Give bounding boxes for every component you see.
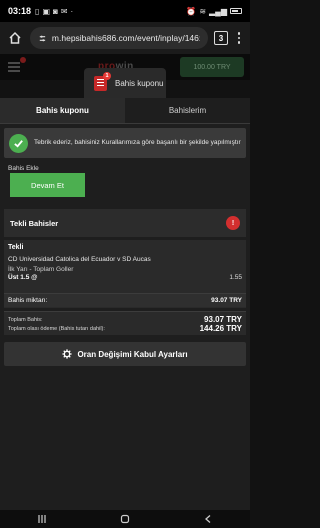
system-nav-bar bbox=[0, 510, 250, 528]
browser-toolbar: m.hepsibahis686.com/event/inplay/146: 3 bbox=[0, 22, 250, 54]
home-button[interactable] bbox=[6, 29, 24, 47]
odds-change-settings-label: Oran Değişimi Kabul Ayarları bbox=[77, 349, 188, 359]
potential-payout-value: 144.26 TRY bbox=[199, 324, 242, 333]
tab-switcher-button[interactable]: 3 bbox=[214, 31, 228, 45]
singles-header[interactable]: Tekli Bahisler ! bbox=[4, 209, 246, 237]
tab-bet-slip[interactable]: Bahis kuponu bbox=[0, 98, 125, 123]
stake-value: 93.07 TRY bbox=[211, 297, 242, 304]
bet-selection: Üst 1.5 @ bbox=[8, 274, 38, 281]
balance-button[interactable]: 100.00 TRY bbox=[180, 57, 244, 77]
bet-slip-count: 1 bbox=[103, 71, 111, 80]
totals-section: Toplam Bahis: 93.07 TRY Toplam olası öde… bbox=[4, 311, 246, 335]
back-icon bbox=[205, 515, 211, 523]
url-text: m.hepsibahis686.com/event/inplay/146: bbox=[51, 33, 200, 43]
success-message: Tebrik ederiz, bahisiniz Kurallarımıza g… bbox=[4, 128, 246, 158]
home-nav-icon bbox=[120, 514, 130, 524]
browser-menu-button[interactable] bbox=[234, 32, 244, 44]
alarm-icon: ⏰ bbox=[186, 6, 197, 16]
back-button[interactable] bbox=[196, 513, 220, 525]
recents-icon bbox=[38, 515, 46, 523]
add-bet-section: Bahis Ekle Devam Et bbox=[4, 162, 246, 202]
notification-icons: ▯ ▣ ◙ ✉ · bbox=[35, 7, 73, 16]
bet-market: İlk Yarı - Toplam Goller bbox=[8, 266, 74, 273]
bet-type: Tekli bbox=[8, 244, 24, 251]
stake-label: Bahis miktarı: bbox=[8, 297, 48, 304]
bet-odds: 1.55 bbox=[229, 274, 242, 281]
chat-icon: ◙ bbox=[53, 6, 58, 16]
bet-slip-panel: Bahis kuponu Bahislerim Tebrik ederiz, b… bbox=[0, 98, 250, 528]
site-info-icon[interactable] bbox=[38, 34, 47, 43]
tab-my-bets[interactable]: Bahislerim bbox=[125, 98, 250, 123]
recents-button[interactable] bbox=[30, 513, 54, 525]
sim-icon: ▯ bbox=[35, 6, 40, 16]
add-bet-label: Bahis Ekle bbox=[8, 165, 39, 172]
message-icon: ✉ bbox=[60, 6, 68, 16]
system-icons: ⏰ ≋ ▂▄▆ bbox=[186, 7, 242, 16]
hamburger-menu-icon[interactable] bbox=[8, 62, 20, 74]
battery-icon bbox=[230, 8, 242, 14]
success-text: Tebrik ederiz, bahisiniz Kurallarımıza g… bbox=[34, 139, 241, 146]
wifi-icon: ≋ bbox=[199, 6, 207, 16]
alert-icon[interactable]: ! bbox=[226, 216, 240, 230]
total-stake-value: 93.07 TRY bbox=[204, 315, 242, 324]
photo-icon: ▣ bbox=[42, 6, 50, 16]
total-stake-label: Toplam Bahis: bbox=[8, 316, 43, 323]
signal-icon: ▂▄▆ bbox=[209, 6, 227, 16]
bet-slip-tabs: Bahis kuponu Bahislerim bbox=[0, 98, 250, 124]
home-icon bbox=[9, 31, 21, 44]
potential-payout-label: Toplam olası ödeme (Bahis tutarı dahil): bbox=[8, 325, 105, 332]
status-bar: 03:18 ▯ ▣ ◙ ✉ · ⏰ ≋ ▂▄▆ bbox=[0, 0, 250, 22]
home-nav-button[interactable] bbox=[113, 513, 137, 525]
bet-slip-label: Bahis kuponu bbox=[115, 78, 164, 88]
address-bar[interactable]: m.hepsibahis686.com/event/inplay/146: bbox=[30, 27, 208, 49]
bet-slip-toggle[interactable]: 1 Bahis kuponu bbox=[84, 68, 166, 98]
continue-button[interactable]: Devam Et bbox=[10, 173, 85, 197]
checkmark-icon bbox=[9, 133, 28, 153]
bet-selection-row: Üst 1.5 @ 1.55 bbox=[8, 274, 242, 281]
status-time: 03:18 bbox=[8, 6, 32, 16]
notification-dot bbox=[20, 57, 26, 63]
dots-icon: · bbox=[70, 6, 74, 16]
singles-title: Tekli Bahisler bbox=[10, 218, 59, 228]
odds-change-settings-button[interactable]: Oran Değişimi Kabul Ayarları bbox=[4, 342, 246, 366]
bet-event: CD Universidad Catolica del Ecuador v SD… bbox=[8, 256, 151, 263]
stake-row: Bahis miktarı: 93.07 TRY bbox=[4, 293, 246, 307]
bet-slip-icon: 1 bbox=[94, 71, 111, 91]
gear-icon bbox=[62, 349, 73, 359]
